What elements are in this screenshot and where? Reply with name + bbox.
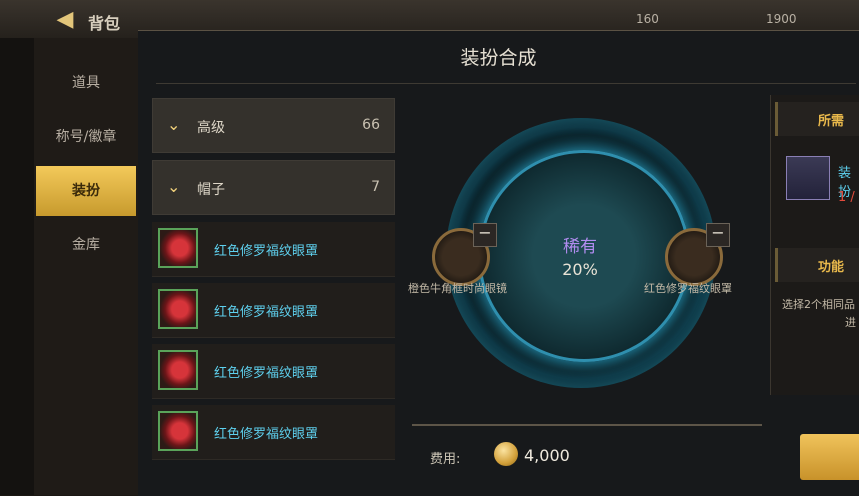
title-divider bbox=[156, 83, 856, 84]
function-description-2: 进 bbox=[845, 316, 856, 329]
list-item[interactable]: 红色修罗福纹眼罩 bbox=[152, 405, 395, 460]
category-advanced[interactable]: ⌄ 高级 66 bbox=[152, 98, 395, 153]
tab-vault[interactable]: 金库 bbox=[36, 220, 136, 270]
item-name: 红色修罗福纹眼罩 bbox=[214, 427, 319, 442]
function-header-label: 功能 bbox=[818, 260, 845, 275]
item-name: 红色修罗福纹眼罩 bbox=[214, 305, 319, 320]
eyemask-icon bbox=[158, 411, 198, 451]
right-info-panel bbox=[770, 95, 859, 395]
category-count: 7 bbox=[371, 179, 380, 195]
success-rate: 20% bbox=[562, 260, 598, 279]
chevron-down-icon: ⌄ bbox=[167, 177, 181, 196]
required-header: 所需 bbox=[775, 102, 859, 136]
left-material-slot[interactable]: − bbox=[432, 223, 497, 286]
costume-box-icon[interactable] bbox=[786, 156, 830, 200]
tab-items[interactable]: 道具 bbox=[36, 58, 136, 108]
right-slot-label: 红色修罗福纹眼罩 bbox=[644, 282, 732, 295]
list-item[interactable]: 红色修罗福纹眼罩 bbox=[152, 222, 395, 277]
required-header-label: 所需 bbox=[818, 114, 845, 129]
right-material-slot[interactable]: − bbox=[665, 223, 730, 286]
category-label: 高级 bbox=[197, 120, 225, 136]
function-description: 选择2个相同品 bbox=[782, 298, 855, 311]
tab-titles-badges[interactable]: 称号/徽章 bbox=[36, 112, 136, 162]
back-arrow-icon[interactable]: ◀ bbox=[50, 8, 80, 32]
tab-costume[interactable]: 装扮 bbox=[36, 166, 136, 216]
item-name: 红色修罗福纹眼罩 bbox=[214, 244, 319, 259]
synthesize-button[interactable] bbox=[800, 434, 859, 480]
left-slot-label: 橙色牛角框时尚眼镜 bbox=[408, 282, 507, 295]
category-hat[interactable]: ⌄ 帽子 7 bbox=[152, 160, 395, 215]
fee-value: 4,000 bbox=[524, 446, 570, 465]
list-item[interactable]: 红色修罗福纹眼罩 bbox=[152, 283, 395, 338]
function-header: 功能 bbox=[775, 248, 859, 282]
remove-button[interactable]: − bbox=[473, 223, 497, 247]
category-label: 帽子 bbox=[197, 182, 225, 198]
left-nav: 道具 称号/徽章 装扮 金库 bbox=[34, 38, 138, 495]
eyemask-icon bbox=[158, 228, 198, 268]
gold-coin-icon bbox=[494, 442, 518, 466]
left-edge-strip bbox=[0, 38, 34, 495]
fee-bar bbox=[412, 424, 762, 486]
fee-label: 费用: bbox=[430, 452, 461, 467]
item-name: 红色修罗福纹眼罩 bbox=[214, 366, 319, 381]
currency2-value: 1900 bbox=[766, 12, 797, 26]
rarity-label: 稀有 bbox=[563, 237, 597, 257]
category-count: 66 bbox=[362, 117, 380, 133]
eyemask-icon bbox=[158, 350, 198, 390]
bag-title: 背包 bbox=[88, 14, 121, 33]
remove-button[interactable]: − bbox=[706, 223, 730, 247]
currency1-value: 160 bbox=[636, 12, 659, 26]
list-item[interactable]: 红色修罗福纹眼罩 bbox=[152, 344, 395, 399]
chevron-down-icon: ⌄ bbox=[167, 115, 181, 134]
panel-title: 装扮合成 bbox=[460, 47, 537, 69]
eyemask-icon bbox=[158, 289, 198, 329]
required-item-count: 1 / bbox=[838, 190, 855, 205]
